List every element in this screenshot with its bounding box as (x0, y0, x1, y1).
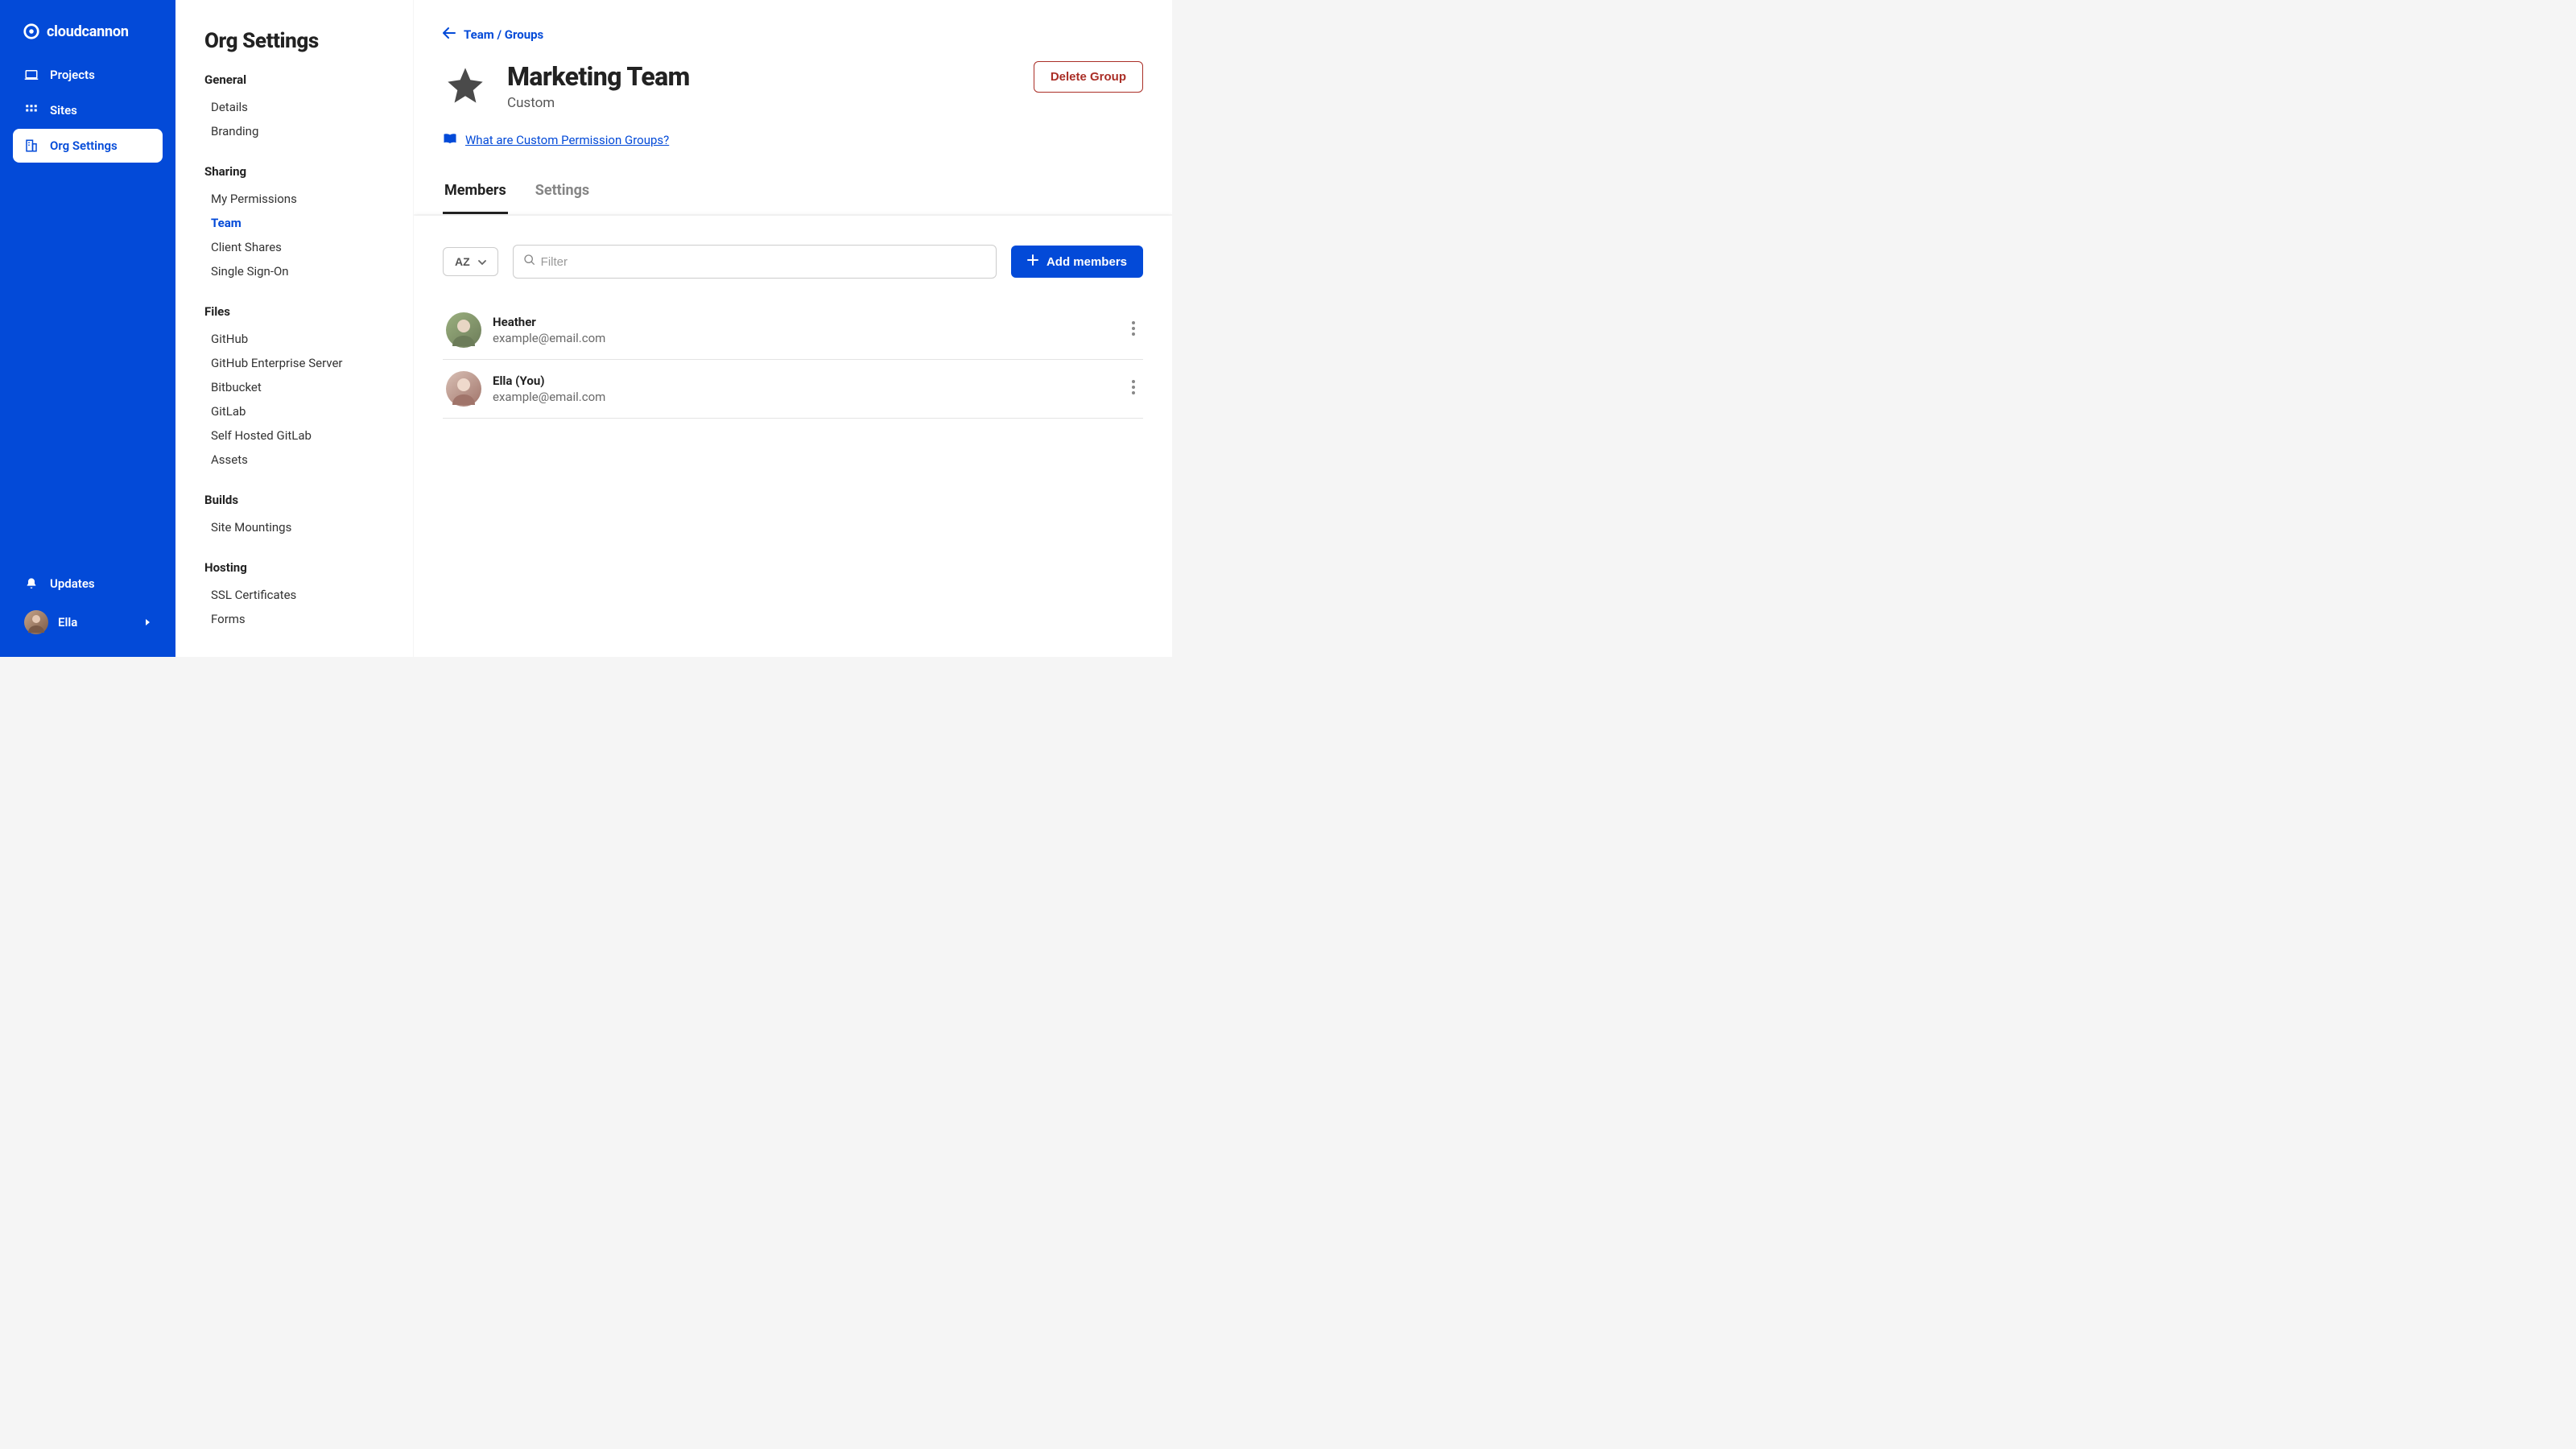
laptop-icon (24, 68, 39, 82)
settings-link-bitbucket[interactable]: Bitbucket (204, 375, 394, 399)
settings-link-sso[interactable]: Single Sign-On (204, 259, 394, 283)
filter-field[interactable] (513, 245, 997, 279)
delete-group-button[interactable]: Delete Group (1034, 61, 1143, 93)
help-link[interactable]: What are Custom Permission Groups? (443, 132, 669, 148)
nav-label: Org Settings (50, 138, 118, 153)
caret-right-icon (145, 615, 151, 630)
nav-sites[interactable]: Sites (13, 93, 163, 127)
primary-nav: cloudcannon Projects Sites Org Settings (0, 0, 175, 657)
settings-link-self-gitlab[interactable]: Self Hosted GitLab (204, 423, 394, 448)
arrow-left-icon (443, 27, 456, 42)
bell-icon (24, 576, 39, 591)
settings-link-branding[interactable]: Branding (204, 119, 394, 143)
nav-org-settings[interactable]: Org Settings (13, 129, 163, 163)
nav-user[interactable]: Ella (13, 602, 163, 642)
plus-icon (1027, 254, 1038, 269)
tab-settings[interactable]: Settings (534, 172, 591, 214)
page-title: Marketing Team (507, 61, 690, 92)
page-subtitle: Custom (507, 95, 690, 111)
nav-label: Projects (50, 68, 95, 82)
add-members-button[interactable]: Add members (1011, 246, 1143, 278)
settings-heading-general: General (204, 72, 394, 87)
main-content: Team / Groups Marketing Team Custom Dele… (414, 0, 1172, 657)
settings-link-site-mountings[interactable]: Site Mountings (204, 515, 394, 539)
breadcrumb-back[interactable]: Team / Groups (443, 27, 1143, 42)
settings-sidebar: Org Settings General Details Branding Sh… (175, 0, 414, 657)
brand-name: cloudcannon (47, 23, 129, 40)
add-label: Add members (1046, 255, 1127, 269)
settings-link-my-permissions[interactable]: My Permissions (204, 187, 394, 211)
member-menu-button[interactable] (1127, 375, 1140, 402)
settings-link-forms[interactable]: Forms (204, 607, 394, 631)
settings-link-ghe[interactable]: GitHub Enterprise Server (204, 351, 394, 375)
star-icon (443, 63, 488, 108)
brand[interactable]: cloudcannon (0, 14, 175, 58)
tab-members[interactable]: Members (443, 172, 508, 214)
settings-heading-files: Files (204, 304, 394, 319)
grid-icon (24, 103, 39, 118)
member-menu-button[interactable] (1127, 316, 1140, 344)
member-email: example@email.com (493, 331, 1116, 345)
avatar (24, 610, 48, 634)
member-name: Ella (You) (493, 374, 1116, 388)
filter-input[interactable] (536, 249, 986, 275)
settings-heading-sharing: Sharing (204, 164, 394, 179)
sort-label: AZ (455, 255, 470, 268)
settings-link-gitlab[interactable]: GitLab (204, 399, 394, 423)
member-row: Ella (You) example@email.com (443, 360, 1143, 419)
user-name: Ella (58, 615, 77, 630)
nav-label: Updates (50, 576, 95, 591)
member-email: example@email.com (493, 390, 1116, 404)
settings-link-ssl[interactable]: SSL Certificates (204, 583, 394, 607)
settings-heading-builds: Builds (204, 493, 394, 507)
settings-title: Org Settings (204, 29, 394, 53)
building-icon (24, 138, 39, 153)
breadcrumb-text: Team / Groups (464, 27, 543, 42)
nav-updates[interactable]: Updates (13, 567, 163, 601)
nav-label: Sites (50, 103, 77, 118)
avatar (446, 312, 481, 348)
sort-button[interactable]: AZ (443, 247, 498, 276)
settings-heading-hosting: Hosting (204, 560, 394, 575)
search-icon (523, 254, 536, 270)
chevron-down-icon (478, 255, 486, 268)
member-row: Heather example@email.com (443, 301, 1143, 360)
nav-projects[interactable]: Projects (13, 58, 163, 92)
brand-logo-icon (23, 23, 40, 40)
settings-link-team[interactable]: Team (204, 211, 394, 235)
settings-link-details[interactable]: Details (204, 95, 394, 119)
settings-link-client-shares[interactable]: Client Shares (204, 235, 394, 259)
book-icon (443, 132, 457, 148)
settings-link-assets[interactable]: Assets (204, 448, 394, 472)
help-text: What are Custom Permission Groups? (465, 133, 669, 147)
member-name: Heather (493, 315, 1116, 329)
settings-link-github[interactable]: GitHub (204, 327, 394, 351)
avatar (446, 371, 481, 407)
